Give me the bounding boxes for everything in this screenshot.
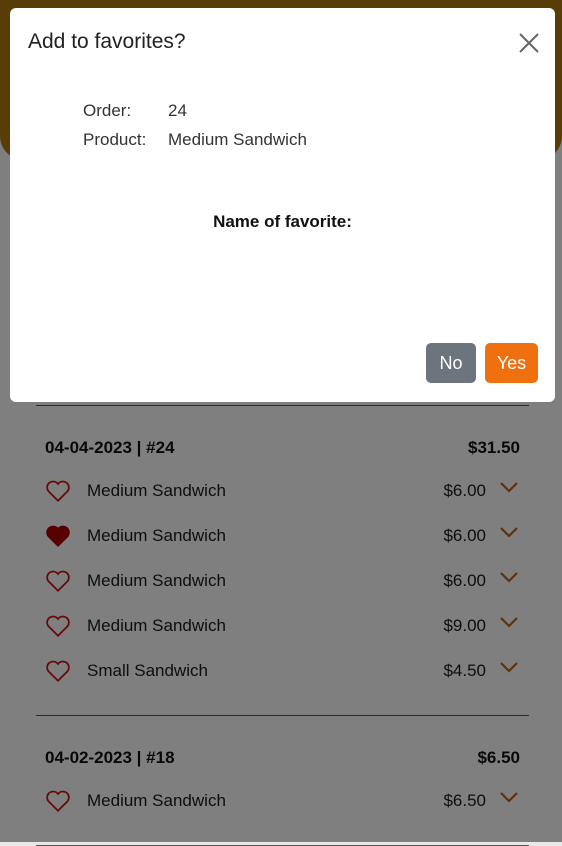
- close-icon[interactable]: [517, 31, 541, 55]
- no-button[interactable]: No: [426, 343, 476, 383]
- dialog-title: Add to favorites?: [28, 30, 186, 53]
- order-info: Order: 24 Product: Medium Sandwich: [83, 96, 307, 154]
- order-value: 24: [168, 100, 187, 120]
- product-value: Medium Sandwich: [168, 129, 307, 149]
- product-row: Product: Medium Sandwich: [83, 125, 307, 154]
- add-favorite-dialog: Add to favorites? Order: 24 Product: Med…: [10, 8, 555, 402]
- product-label: Product:: [83, 129, 147, 149]
- order-label: Order:: [83, 100, 132, 120]
- favorite-name-label: Name of favorite:: [213, 212, 352, 231]
- yes-button[interactable]: Yes: [485, 343, 538, 383]
- order-row: Order: 24: [83, 96, 307, 125]
